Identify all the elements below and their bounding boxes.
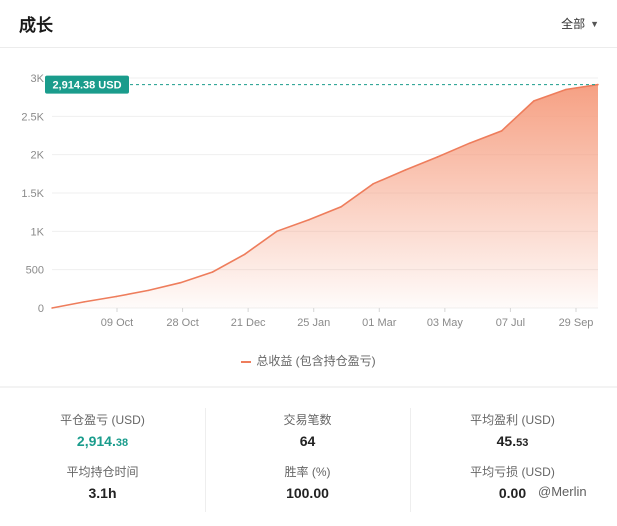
stat-value: 3.1h <box>88 485 117 501</box>
legend-swatch <box>241 360 252 363</box>
data-point <box>404 169 407 171</box>
stat-value: 64 <box>299 433 316 449</box>
data-point <box>147 289 150 292</box>
x-tick-label: 21 Dec <box>231 317 266 329</box>
watermark: @Merlin <box>538 484 587 499</box>
data-point <box>115 295 118 298</box>
data-point <box>179 281 182 284</box>
x-tick-label: 25 Jan <box>297 317 330 329</box>
header: 成长 全部 ▼ <box>0 0 617 48</box>
data-point <box>372 183 374 185</box>
stat-label: 胜率 (%) <box>284 465 331 479</box>
x-tick-label: 07 Jul <box>496 317 525 329</box>
stat-avg-profit: 平均盈利 (USD) 45.53 <box>410 411 615 449</box>
stat-label: 交易笔数 <box>283 413 332 427</box>
chart-legend[interactable]: 总收益 (包含持仓盈亏) <box>0 352 617 369</box>
header-divider <box>0 47 617 48</box>
y-tick-label: 500 <box>26 265 44 277</box>
y-tick-label: 2.5K <box>21 111 44 123</box>
period-filter-dropdown[interactable]: 全部 ▼ <box>561 15 599 32</box>
data-point <box>83 301 85 303</box>
data-point <box>468 142 471 144</box>
y-tick-label: 2K <box>31 150 45 162</box>
data-point <box>436 156 439 158</box>
y-tick-label: 0 <box>38 303 44 315</box>
stat-label: 平仓盈亏 (USD) <box>60 413 145 427</box>
stat-closed-pnl: 平仓盈亏 (USD) 2,914.38 <box>0 411 205 449</box>
stats-panel: 平仓盈亏 (USD) 2,914.38 交易笔数 64 平均盈利 (USD) 4… <box>0 388 617 526</box>
stat-label: 平均持仓时间 <box>66 465 139 479</box>
stat-trade-count: 交易笔数 64 <box>205 411 410 449</box>
stat-value: 2,914.38 <box>76 433 129 449</box>
growth-chart: 0 500 1K 1.5K 2K 2.5K 3K 09 Oct 28 Oct 21 Dec 25 J… <box>21 73 599 329</box>
data-point <box>532 100 535 102</box>
caret-down-icon: ▼ <box>590 18 599 29</box>
stat-avg-hold-time: 平均持仓时间 3.1h <box>0 463 205 501</box>
stat-value: 45.53 <box>496 433 529 449</box>
x-tick-label: 01 Mar <box>362 317 397 329</box>
data-point <box>597 83 599 86</box>
data-point <box>243 253 246 256</box>
x-tick-label: 29 Sep <box>559 317 594 329</box>
data-point <box>51 307 53 309</box>
data-point <box>565 88 567 91</box>
period-filter-label: 全部 <box>561 17 586 31</box>
data-point <box>308 219 310 221</box>
y-tick-label: 1K <box>31 226 45 238</box>
x-tick-label: 28 Oct <box>166 317 198 329</box>
data-point <box>340 206 342 208</box>
y-tick-label: 1.5K <box>21 188 44 200</box>
data-point <box>211 271 214 273</box>
stat-label: 平均盈利 (USD) <box>470 413 555 427</box>
x-tick-label: 09 Oct <box>101 317 133 329</box>
x-tick-label: 03 May <box>427 317 464 329</box>
last-value-label: 2,914.38 USD <box>52 80 121 92</box>
legend-label: 总收益 (包含持仓盈亏) <box>256 354 376 368</box>
data-point <box>276 230 278 233</box>
stat-win-rate: 胜率 (%) 100.00 <box>205 463 410 501</box>
stat-value: 100.00 <box>286 485 329 501</box>
page-title: 成长 <box>19 16 53 35</box>
y-tick-label: 3K <box>31 73 45 85</box>
stat-label: 平均亏损 (USD) <box>470 465 555 479</box>
data-point <box>500 130 503 132</box>
